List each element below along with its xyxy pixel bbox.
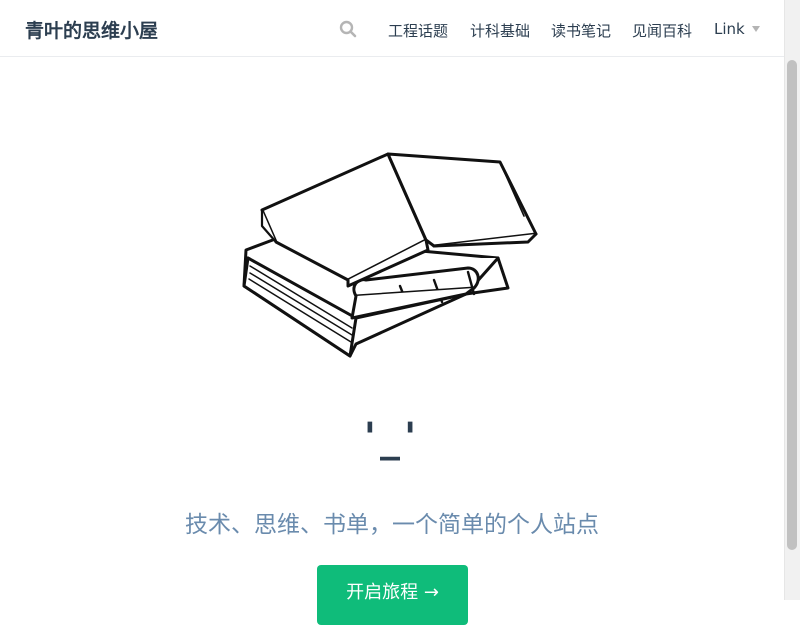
hero-description: 技术、思维、书单，一个简单的个人站点 xyxy=(185,512,599,538)
nav-item-encyclopedia[interactable]: 见闻百科 xyxy=(632,20,692,41)
search-icon[interactable] xyxy=(339,20,357,38)
hero-title: '_' xyxy=(363,415,421,461)
scrollbar-thumb[interactable] xyxy=(787,60,797,550)
chevron-down-icon[interactable] xyxy=(752,26,760,32)
navbar: 青叶的思维小屋 工程话题 计科基础 读书笔记 见闻百科 Link xyxy=(0,0,784,57)
start-journey-button[interactable]: 开启旅程 → xyxy=(317,565,468,625)
hero-image xyxy=(242,152,538,358)
nav-item-cs-basics[interactable]: 计科基础 xyxy=(470,20,530,41)
nav-item-link[interactable]: Link xyxy=(714,20,745,38)
site-name[interactable]: 青叶的思维小屋 xyxy=(25,16,158,43)
nav-item-engineering[interactable]: 工程话题 xyxy=(388,20,448,41)
nav-item-reading-notes[interactable]: 读书笔记 xyxy=(551,20,611,41)
